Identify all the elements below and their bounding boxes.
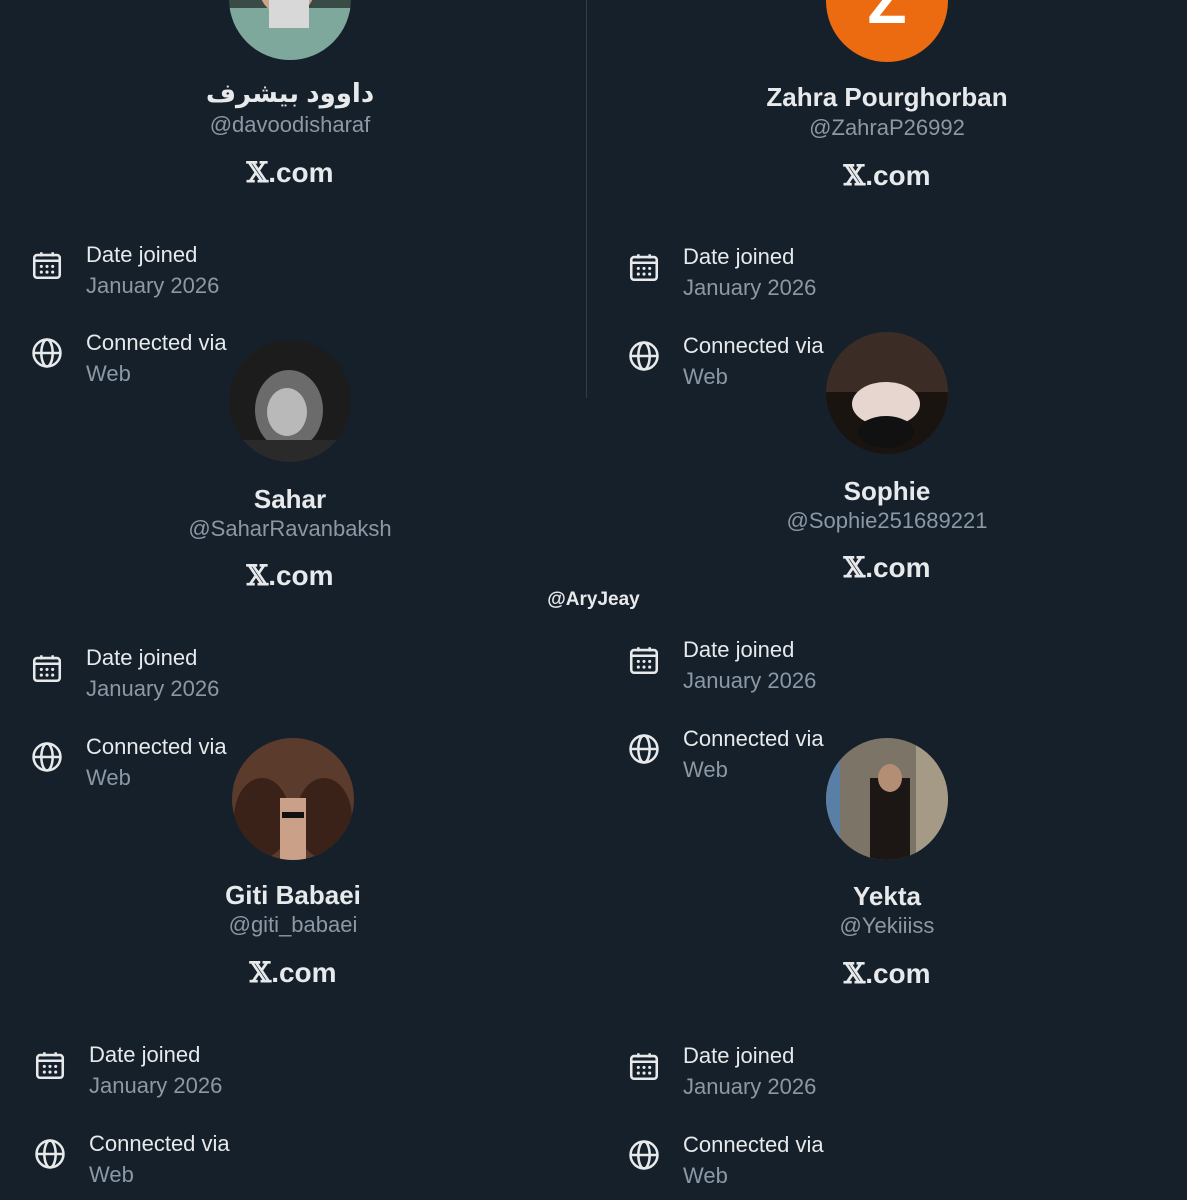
profile-name: داوود بیشرف xyxy=(205,78,375,108)
date-joined-label: Date joined xyxy=(89,1042,201,1067)
connected-via-label: Connected via xyxy=(683,333,824,358)
connected-via-label: Connected via xyxy=(86,330,227,355)
column-divider xyxy=(586,0,587,398)
connected-via-value: Web xyxy=(683,364,728,389)
x-logo-icon: 𝕏 xyxy=(843,957,866,990)
date-joined-value: January 2026 xyxy=(86,273,220,298)
avatar-letter: Z xyxy=(826,0,948,62)
avatar-photo-icon xyxy=(826,332,948,454)
avatar[interactable] xyxy=(232,738,354,860)
x-logo-icon: 𝕏 xyxy=(843,551,866,584)
avatar[interactable]: Z xyxy=(826,0,948,62)
date-joined-row: Date joined January 2026 xyxy=(627,637,1147,697)
connected-via-value: Web xyxy=(683,1163,728,1188)
date-joined-label: Date joined xyxy=(683,244,795,269)
connected-via-label: Connected via xyxy=(86,734,227,759)
x-com-label: 𝕏.com xyxy=(597,551,1177,584)
profile-card: Giti Babaei @giti_babaei 𝕏.com Date join… xyxy=(3,738,563,1200)
watermark-handle: @AryJeay xyxy=(547,589,640,610)
date-joined-row: Date joined January 2026 xyxy=(627,1043,1147,1103)
avatar[interactable] xyxy=(826,738,948,860)
avatar-photo-icon xyxy=(826,738,948,860)
profile-name: Zahra Pourghorban xyxy=(766,82,1008,112)
connected-via-row: Connected via Web xyxy=(627,1132,1147,1192)
globe-icon xyxy=(32,742,62,772)
connected-via-label: Connected via xyxy=(683,1132,824,1157)
connected-via-value: Web xyxy=(86,361,131,386)
avatar-photo-icon xyxy=(229,0,351,60)
profile-name: Yekta xyxy=(853,881,921,911)
profile-handle[interactable]: @Yekiiiss xyxy=(597,913,1177,939)
globe-icon xyxy=(629,341,659,371)
profile-handle[interactable]: @ZahraP26992 xyxy=(597,115,1177,141)
calendar-icon xyxy=(32,252,62,280)
x-com-label: 𝕏.com xyxy=(3,956,583,989)
connected-via-label: Connected via xyxy=(683,726,824,751)
profile-name: Giti Babaei xyxy=(225,880,361,910)
x-logo-icon: 𝕏 xyxy=(246,559,269,592)
x-com-label: 𝕏.com xyxy=(0,156,580,189)
date-joined-label: Date joined xyxy=(683,1043,795,1068)
avatar-photo-icon xyxy=(232,738,354,860)
date-joined-value: January 2026 xyxy=(89,1073,223,1098)
date-joined-value: January 2026 xyxy=(683,668,817,693)
date-joined-value: January 2026 xyxy=(683,1074,817,1099)
calendar-icon xyxy=(629,1053,659,1081)
globe-icon xyxy=(35,1139,65,1169)
date-joined-value: January 2026 xyxy=(683,275,817,300)
x-com-suffix: .com xyxy=(865,552,931,583)
x-com-suffix: .com xyxy=(865,958,931,989)
date-joined-value: January 2026 xyxy=(86,676,220,701)
calendar-icon xyxy=(629,647,659,675)
x-com-label: 𝕏.com xyxy=(0,559,580,592)
x-logo-icon: 𝕏 xyxy=(246,156,269,189)
profile-name: Sahar xyxy=(253,484,327,514)
date-joined-row: Date joined January 2026 xyxy=(30,645,550,705)
connected-via-value: Web xyxy=(89,1162,134,1187)
connected-via-value: Web xyxy=(86,765,131,790)
date-joined-label: Date joined xyxy=(86,645,198,670)
x-logo-icon: 𝕏 xyxy=(249,956,272,989)
date-joined-label: Date joined xyxy=(683,637,795,662)
date-joined-row: Date joined January 2026 xyxy=(33,1042,553,1102)
connected-via-label: Connected via xyxy=(89,1131,230,1156)
profile-card: Yekta @Yekiiiss 𝕏.com Date joined Januar… xyxy=(597,738,1157,1200)
profile-name: Sophie xyxy=(843,476,931,506)
date-joined-label: Date joined xyxy=(86,242,198,267)
x-com-suffix: .com xyxy=(268,560,334,591)
x-com-label: 𝕏.com xyxy=(597,957,1177,990)
globe-icon xyxy=(32,338,62,368)
x-com-suffix: .com xyxy=(268,157,334,188)
avatar[interactable] xyxy=(229,340,351,462)
x-com-suffix: .com xyxy=(271,957,337,988)
globe-icon xyxy=(629,734,659,764)
date-joined-row: Date joined January 2026 xyxy=(627,244,1147,304)
connected-via-value: Web xyxy=(683,757,728,782)
profile-handle[interactable]: @Sophie251689221 xyxy=(597,508,1177,534)
profile-handle[interactable]: @giti_babaei xyxy=(3,912,583,938)
profile-handle[interactable]: @SaharRavanbaksh xyxy=(0,516,580,542)
avatar-photo-icon xyxy=(229,340,351,462)
calendar-icon xyxy=(32,655,62,683)
x-logo-icon: 𝕏 xyxy=(843,159,866,192)
x-com-suffix: .com xyxy=(865,160,931,191)
date-joined-row: Date joined January 2026 xyxy=(30,242,550,302)
calendar-icon xyxy=(629,254,659,282)
connected-via-row: Connected via Web xyxy=(33,1131,553,1191)
profile-handle[interactable]: @davoodisharaf xyxy=(0,112,580,138)
calendar-icon xyxy=(35,1052,65,1080)
avatar[interactable] xyxy=(229,0,351,60)
globe-icon xyxy=(629,1140,659,1170)
x-com-label: 𝕏.com xyxy=(597,159,1177,192)
avatar[interactable] xyxy=(826,332,948,454)
